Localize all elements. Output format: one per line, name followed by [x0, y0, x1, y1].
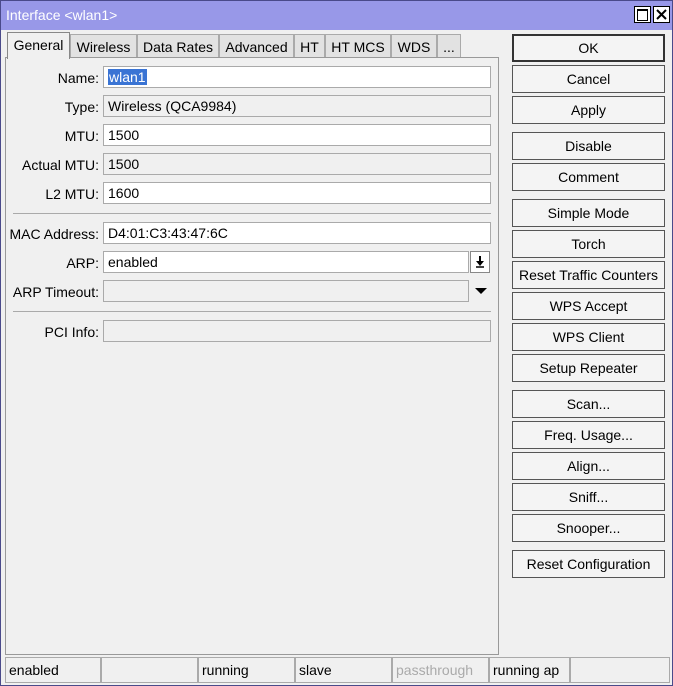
disable-button[interactable]: Disable [512, 132, 665, 160]
tab-ht[interactable]: HT [294, 34, 325, 58]
tab-general[interactable]: General [7, 32, 70, 59]
status-cell-empty [101, 657, 198, 683]
tab-more[interactable]: ... [437, 34, 461, 58]
window-title: Interface <wlan1> [6, 7, 118, 23]
reset-traffic-counters-button[interactable]: Reset Traffic Counters [512, 261, 665, 289]
mtu-label: MTU: [64, 128, 99, 144]
tab-data-rates[interactable]: Data Rates [137, 34, 219, 58]
setup-repeater-button[interactable]: Setup Repeater [512, 354, 665, 382]
simple-mode-button[interactable]: Simple Mode [512, 199, 665, 227]
l2mtu-label: L2 MTU: [45, 186, 99, 202]
wps-client-button[interactable]: WPS Client [512, 323, 665, 351]
type-field: Wireless (QCA9984) [103, 95, 491, 117]
comment-button[interactable]: Comment [512, 163, 665, 191]
cancel-button[interactable]: Cancel [512, 65, 665, 93]
status-slave: slave [295, 657, 392, 683]
chevron-down-icon[interactable] [475, 288, 487, 294]
mtu-field[interactable]: 1500 [103, 124, 491, 146]
status-passthrough: passthrough [392, 657, 489, 683]
wps-accept-button[interactable]: WPS Accept [512, 292, 665, 320]
divider [13, 311, 491, 312]
name-value: wlan1 [108, 69, 147, 85]
arp-timeout-field[interactable] [103, 280, 469, 302]
apply-button[interactable]: Apply [512, 96, 665, 124]
actual-mtu-field: 1500 [103, 153, 491, 175]
actual-mtu-label: Actual MTU: [21, 157, 99, 173]
snooper-button[interactable]: Snooper... [512, 514, 665, 542]
name-label: Name: [57, 70, 99, 86]
ok-button[interactable]: OK [512, 34, 665, 62]
pci-info-label: PCI Info: [44, 324, 99, 340]
scan-button[interactable]: Scan... [512, 390, 665, 418]
torch-button[interactable]: Torch [512, 230, 665, 258]
mac-address-label: MAC Address: [9, 226, 99, 242]
title-bar[interactable]: Interface <wlan1> [1, 1, 672, 30]
tab-wireless[interactable]: Wireless [70, 34, 137, 58]
status-cell-empty [570, 657, 670, 683]
status-enabled: enabled [5, 657, 101, 683]
l2mtu-field[interactable]: 1600 [103, 182, 491, 204]
reset-configuration-button[interactable]: Reset Configuration [512, 550, 665, 578]
arp-select[interactable]: enabled [103, 251, 469, 273]
arp-timeout-label: ARP Timeout: [12, 284, 99, 300]
status-running: running [198, 657, 295, 683]
sniff-button[interactable]: Sniff... [512, 483, 665, 511]
maximize-icon[interactable] [634, 6, 651, 23]
general-panel [5, 57, 499, 655]
mac-address-field[interactable]: D4:01:C3:43:47:6C [103, 222, 491, 244]
freq-usage-button[interactable]: Freq. Usage... [512, 421, 665, 449]
pci-info-field [103, 320, 491, 342]
divider [13, 213, 491, 214]
name-field[interactable]: wlan1 [103, 66, 491, 88]
tab-wds[interactable]: WDS [391, 34, 437, 58]
type-label: Type: [64, 99, 99, 115]
tab-ht-mcs[interactable]: HT MCS [325, 34, 391, 58]
close-icon[interactable] [653, 6, 670, 23]
tab-advanced[interactable]: Advanced [219, 34, 294, 58]
arp-label: ARP: [66, 255, 99, 271]
status-running-ap: running ap [489, 657, 570, 683]
status-bar: enabled running slave passthrough runnin… [3, 657, 671, 684]
arp-dropdown-icon[interactable] [470, 251, 490, 273]
align-button[interactable]: Align... [512, 452, 665, 480]
interface-window: Interface <wlan1> General Wireless Data … [0, 0, 673, 686]
